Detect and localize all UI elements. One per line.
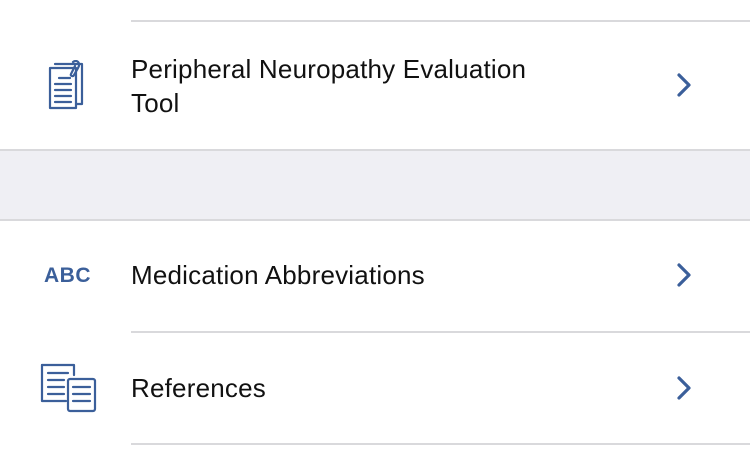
row-label-line2: Tool (131, 88, 180, 118)
row-label: Medication Abbreviations (131, 260, 425, 290)
section-gap (0, 151, 750, 219)
abc-text-icon: ABC (44, 264, 91, 287)
list-item-references[interactable]: References (0, 333, 750, 443)
list-item-medication-abbreviations[interactable]: ABC Medication Abbreviations (0, 221, 750, 331)
row-separator (131, 443, 750, 445)
row-label-line1: Peripheral Neuropathy Evaluation (131, 54, 527, 84)
documents-icon (40, 363, 98, 415)
chevron-right-icon (674, 260, 694, 290)
row-label: References (131, 373, 266, 403)
chevron-right-icon (674, 373, 694, 403)
list-item-peripheral-neuropathy-evaluation-tool[interactable]: Peripheral Neuropathy Evaluation Tool (0, 22, 750, 149)
settings-list: Peripheral Neuropathy Evaluation Tool AB… (0, 0, 750, 450)
chevron-right-icon (674, 70, 694, 100)
clipboard-document-icon (46, 59, 92, 112)
